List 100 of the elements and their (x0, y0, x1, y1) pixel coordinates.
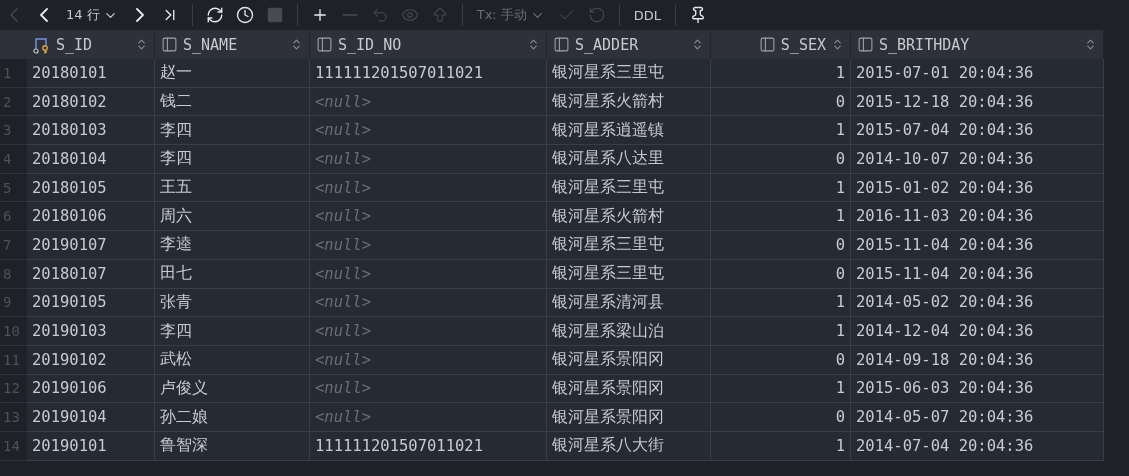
table-cell: 0 (711, 345, 851, 375)
table-cell: 银河星系八大街 (547, 431, 711, 461)
table-cell: 20190104 (27, 403, 155, 432)
column-header[interactable]: S_ADDER (547, 30, 711, 59)
key-column-icon (33, 35, 51, 54)
sort-icon[interactable] (527, 38, 540, 51)
table-cell: 111111201507011021 (310, 59, 547, 88)
table-cell: 2015-11-04 20:04:36 (851, 259, 1104, 289)
column-icon (553, 36, 570, 53)
dropdown-button[interactable]: 14 行 (60, 2, 124, 28)
sort-icon[interactable] (290, 38, 303, 51)
sort-icon[interactable] (691, 38, 704, 51)
table-cell: 银河星系八达里 (547, 145, 711, 174)
column-header[interactable]: S_ID (27, 30, 155, 59)
table-cell: 2015-11-04 20:04:36 (851, 231, 1104, 260)
table-cell: 2016-11-03 20:04:36 (851, 202, 1104, 232)
table-cell: 0 (711, 403, 851, 432)
table-cell: <null> (310, 374, 547, 404)
table-cell: 20190107 (27, 231, 155, 260)
table-cell: 2014-05-02 20:04:36 (851, 288, 1104, 318)
column-header[interactable]: S_SEX (711, 30, 851, 59)
table-cell: 1 (711, 116, 851, 146)
table-cell: 1 (711, 374, 851, 404)
table-cell: 20180105 (27, 173, 155, 203)
table-cell: 银河星系景阳冈 (547, 374, 711, 404)
table-cell: 1 (711, 288, 851, 318)
table-cell: 0 (711, 259, 851, 289)
ddl-button[interactable]: DDL (627, 2, 668, 28)
table-cell: 2014-07-04 20:04:36 (851, 431, 1104, 461)
table-cell: 银河星系火箭村 (547, 202, 711, 232)
table-cell: 2015-07-01 20:04:36 (851, 59, 1104, 88)
table-cell: 银河星系三里屯 (547, 59, 711, 88)
table-cell: 银河星系梁山泊 (547, 317, 711, 346)
table-cell: 李四 (155, 116, 310, 146)
table-cell: 银河星系三里屯 (547, 173, 711, 203)
table-cell: 20180104 (27, 145, 155, 174)
table-cell: 银河星系清河县 (547, 288, 711, 318)
table-cell: 银河星系三里屯 (547, 231, 711, 260)
table-cell: 2015-12-18 20:04:36 (851, 87, 1104, 117)
table-cell: 银河星系三里屯 (547, 259, 711, 289)
table-cell: 0 (711, 231, 851, 260)
table-cell: <null> (310, 173, 547, 203)
table-cell: 20180103 (27, 116, 155, 146)
sort-icon[interactable] (1084, 38, 1097, 51)
table-cell: 1 (711, 202, 851, 232)
table-cell: <null> (310, 288, 547, 318)
table-cell: 2015-01-02 20:04:36 (851, 173, 1104, 203)
table-cell: <null> (310, 145, 547, 174)
table-cell: 20190101 (27, 431, 155, 461)
table-cell: 李四 (155, 145, 310, 174)
table-cell: <null> (310, 202, 547, 232)
table-cell: 2014-09-18 20:04:36 (851, 345, 1104, 375)
table-cell: 鲁智深 (155, 431, 310, 461)
table-cell: 1 (711, 317, 851, 346)
column-icon (857, 36, 874, 53)
table-cell: <null> (310, 345, 547, 375)
table-cell: 20190106 (27, 374, 155, 404)
table-cell: 20190103 (27, 317, 155, 346)
table-cell: <null> (310, 403, 547, 432)
table-cell: 1 (711, 431, 851, 461)
column-icon (316, 36, 333, 53)
table-cell: 1 (711, 173, 851, 203)
column-icon (161, 36, 178, 53)
table-cell: <null> (310, 231, 547, 260)
table-cell: 20190102 (27, 345, 155, 375)
table-cell: 20180102 (27, 87, 155, 117)
column-header[interactable]: S_ID_NO (310, 30, 547, 59)
table-cell: 银河星系火箭村 (547, 87, 711, 117)
table-cell: 0 (711, 145, 851, 174)
table-cell: 卢俊义 (155, 374, 310, 404)
table-cell: <null> (310, 317, 547, 346)
table-cell: <null> (310, 259, 547, 289)
table-cell: 20180107 (27, 259, 155, 289)
column-header[interactable]: S_NAME (155, 30, 310, 59)
sort-icon[interactable] (831, 38, 844, 51)
table-cell: 银河星系景阳冈 (547, 403, 711, 432)
table-cell: <null> (310, 87, 547, 117)
table-cell: 李四 (155, 317, 310, 346)
table-cell: 1 (711, 59, 851, 88)
table-cell: 孙二娘 (155, 403, 310, 432)
table-cell: 20180101 (27, 59, 155, 88)
table-cell: 银河星系景阳冈 (547, 345, 711, 375)
table-cell: 周六 (155, 202, 310, 232)
table-cell: 武松 (155, 345, 310, 375)
table-cell: 赵一 (155, 59, 310, 88)
column-header[interactable]: S_BRITHDAY (851, 30, 1104, 59)
table-cell: 钱二 (155, 87, 310, 117)
table-cell: 2014-10-07 20:04:36 (851, 145, 1104, 174)
column-icon (758, 36, 776, 53)
table-cell: 20190105 (27, 288, 155, 318)
table-cell: 田七 (155, 259, 310, 289)
table-cell: <null> (310, 116, 547, 146)
table-cell: 20180106 (27, 202, 155, 232)
table-cell: 2014-12-04 20:04:36 (851, 317, 1104, 346)
table-cell: 2014-05-07 20:04:36 (851, 403, 1104, 432)
table-cell: 王五 (155, 173, 310, 203)
table-cell: 111111201507011021 (310, 431, 547, 461)
table-cell: 2015-07-04 20:04:36 (851, 116, 1104, 146)
sort-icon[interactable] (135, 38, 148, 51)
table-cell: 2015-06-03 20:04:36 (851, 374, 1104, 404)
